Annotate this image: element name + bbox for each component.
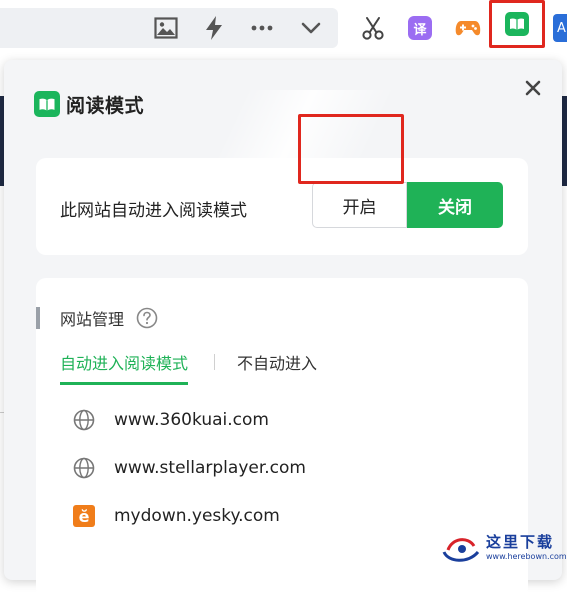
- site-domain: mydown.yesky.com: [114, 506, 280, 526]
- translate-button[interactable]: 译: [400, 8, 440, 48]
- site-row[interactable]: www.360kuai.com: [72, 406, 269, 434]
- enable-button[interactable]: 开启: [312, 182, 407, 228]
- image-button[interactable]: [146, 8, 186, 48]
- globe-icon: [73, 457, 95, 479]
- tab-auto-enter[interactable]: 自动进入阅读模式: [60, 350, 189, 385]
- watermark-url: www.herebown.com: [486, 552, 567, 561]
- popup-header: 阅读模式: [34, 91, 144, 117]
- lightning-icon: [206, 16, 222, 40]
- lightning-button[interactable]: [194, 8, 234, 48]
- browser-toolbar: 译 A: [0, 0, 567, 58]
- game-button[interactable]: [448, 8, 488, 48]
- enable-highlight-box: [298, 114, 404, 184]
- more-icon: [251, 25, 273, 31]
- globe-icon: [73, 409, 95, 431]
- site-domain: www.360kuai.com: [114, 410, 269, 430]
- help-icon[interactable]: [136, 307, 158, 329]
- site-domain: www.stellarplayer.com: [114, 458, 306, 478]
- more-button[interactable]: [242, 8, 282, 48]
- background-page-strip-right: [562, 96, 567, 186]
- site-row[interactable]: ĕ mydown.yesky.com: [72, 502, 280, 530]
- reader-mode-button[interactable]: [489, 0, 545, 48]
- site-tabs: 自动进入阅读模式 不自动进入: [60, 350, 317, 385]
- game-controller-icon: [455, 21, 481, 36]
- toggle-group: 开启 关闭: [312, 182, 503, 228]
- chevron-down-icon: [301, 22, 321, 34]
- translate-icon: 译: [408, 16, 432, 40]
- section-title: 网站管理: [60, 310, 125, 329]
- tab-divider: [214, 354, 216, 370]
- tab-no-auto[interactable]: 不自动进入: [237, 350, 317, 382]
- reading-mode-popup: 阅读模式 此网站自动进入阅读模式 开启 关闭 网站管理 自动进入阅读模式 不自动…: [4, 60, 562, 598]
- yesky-icon: ĕ: [73, 505, 95, 527]
- reader-mode-logo-icon: [34, 91, 60, 117]
- section-accent-bar: [36, 307, 40, 329]
- watermark-text: 这里下载: [486, 533, 555, 551]
- auto-reader-label: 此网站自动进入阅读模式: [60, 201, 247, 221]
- image-icon: [154, 17, 178, 39]
- close-icon: [525, 80, 541, 96]
- auto-reader-card: 此网站自动进入阅读模式 开启 关闭: [36, 158, 528, 255]
- reader-mode-icon: [505, 12, 529, 36]
- scissors-icon: [362, 17, 384, 40]
- close-button[interactable]: [522, 77, 544, 99]
- section-header: 网站管理: [36, 306, 158, 330]
- site-row[interactable]: www.stellarplayer.com: [72, 454, 306, 482]
- disable-button[interactable]: 关闭: [407, 182, 503, 228]
- dropdown-button[interactable]: [291, 8, 331, 48]
- screenshot-button[interactable]: [353, 8, 393, 48]
- edge-extension-icon[interactable]: A: [553, 14, 567, 42]
- watermark: 这里下载 www.herebown.com: [438, 528, 567, 568]
- popup-title: 阅读模式: [66, 94, 145, 117]
- watermark-logo-icon: [442, 538, 480, 562]
